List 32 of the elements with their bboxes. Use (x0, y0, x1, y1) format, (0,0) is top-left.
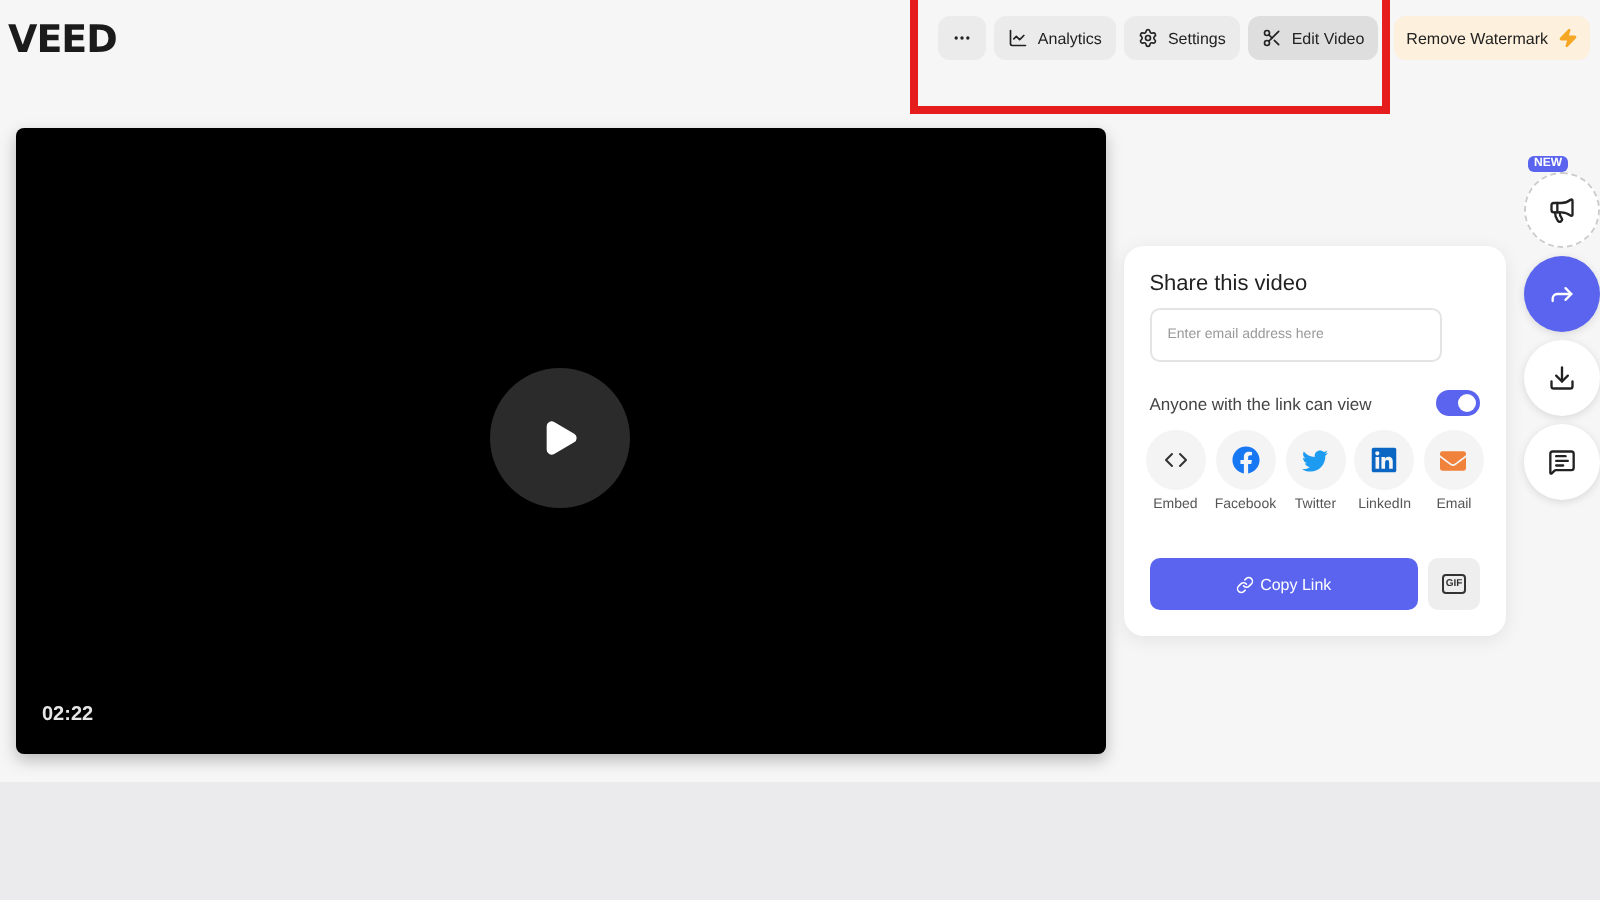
edit-button[interactable]: Edit Video (1247, 16, 1379, 60)
lightning-icon (1558, 28, 1578, 48)
envelope-icon (1440, 447, 1467, 473)
twitter-icon (1302, 447, 1329, 473)
megaphone-icon (1548, 196, 1576, 224)
download-icon (1548, 364, 1576, 392)
code-icon (1163, 448, 1188, 472)
comment-button[interactable] (1524, 424, 1600, 500)
copy-link-button[interactable]: Copy Link (1149, 558, 1418, 610)
link-access-toggle[interactable] (1436, 390, 1480, 416)
linkedin-share-button[interactable] (1354, 430, 1415, 490)
share-title: Share this video (1149, 272, 1310, 296)
comment-icon (1548, 448, 1576, 476)
settings-icon (1137, 28, 1158, 48)
download-button[interactable] (1524, 340, 1600, 416)
linkedin-icon (1370, 446, 1399, 474)
logo: VEED (8, 18, 117, 62)
link-access-label: Anyone with the link can view (1149, 393, 1372, 413)
analytics-button[interactable]: Analytics (993, 16, 1116, 60)
scissors-icon (1261, 28, 1282, 48)
link-icon (1236, 575, 1255, 593)
share-button[interactable] (1524, 256, 1600, 332)
facebook-share-button[interactable] (1215, 430, 1276, 490)
email-share-button[interactable] (1423, 430, 1484, 490)
embed-share-button[interactable] (1145, 430, 1206, 490)
video-duration: 02:22 (42, 704, 94, 726)
settings-button[interactable]: Settings (1123, 16, 1240, 60)
chart-icon (1007, 28, 1028, 48)
twitter-share-button[interactable] (1285, 430, 1346, 490)
remove-watermark-button[interactable]: Remove Watermark (1394, 16, 1590, 60)
facebook-icon (1231, 446, 1260, 474)
announce-button[interactable] (1524, 172, 1600, 248)
